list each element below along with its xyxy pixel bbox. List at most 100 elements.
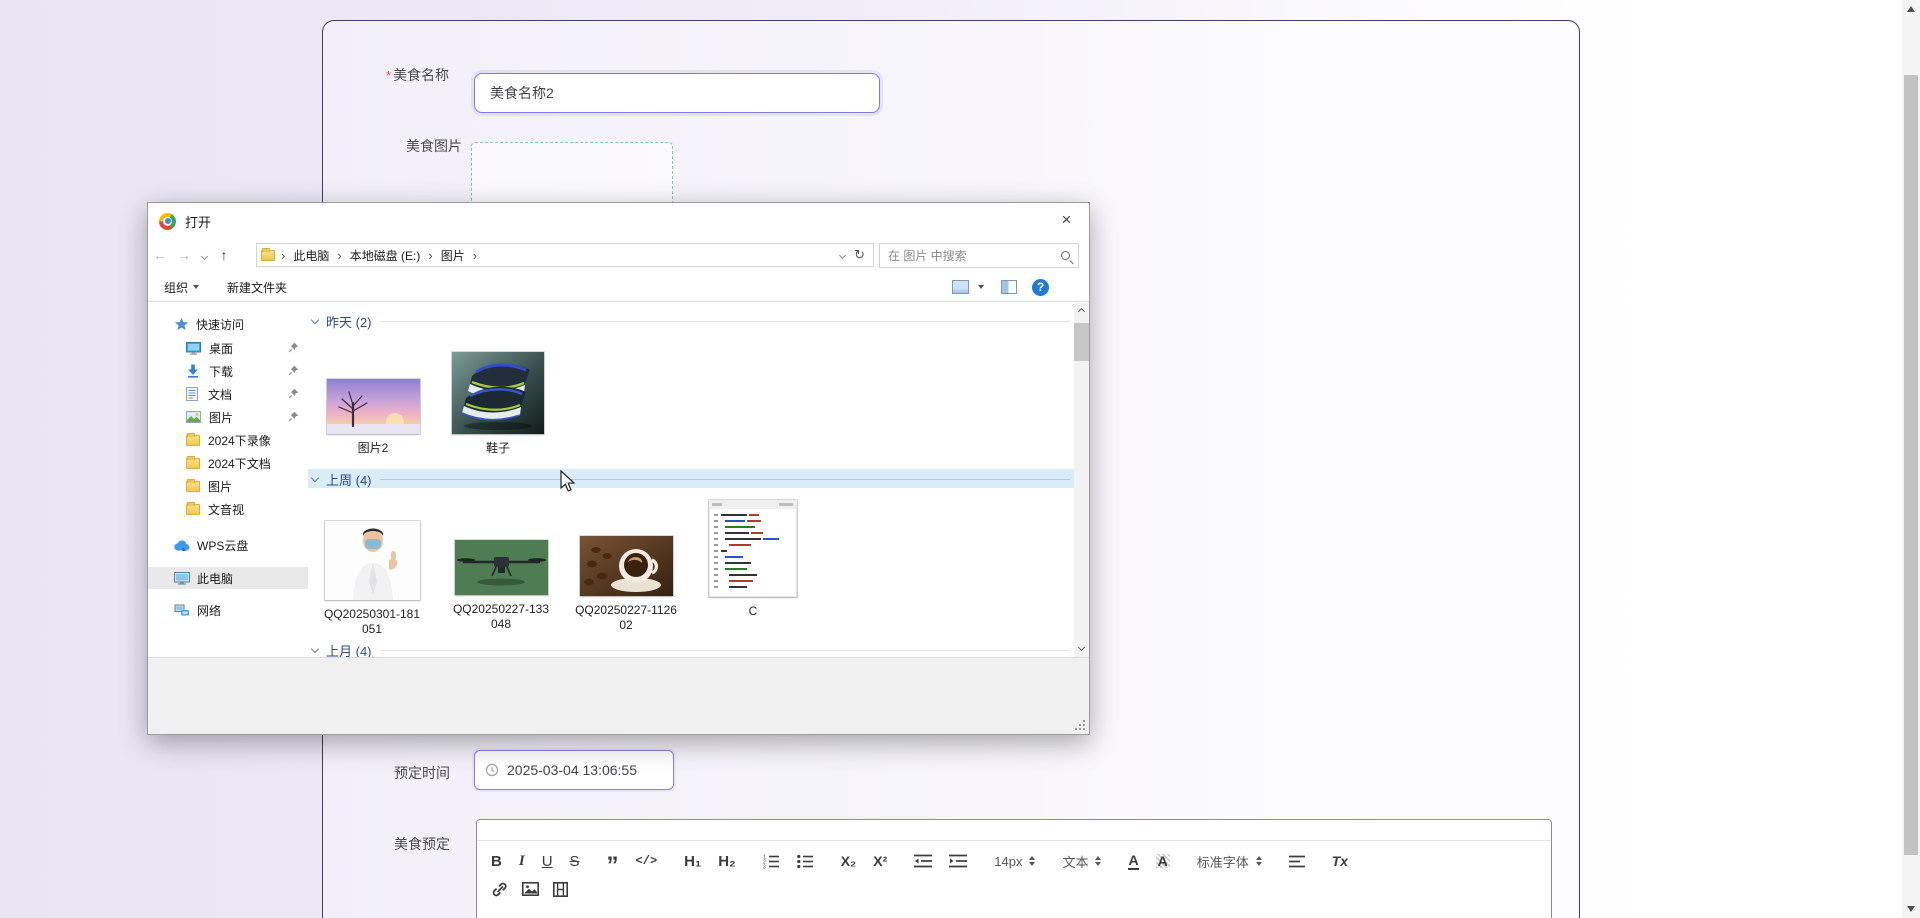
file-item-person[interactable]: QQ20250301-181051 bbox=[312, 521, 432, 637]
heading1-button[interactable]: H₁ bbox=[684, 854, 701, 869]
video-icon[interactable] bbox=[553, 882, 568, 897]
sidebar-item-documents[interactable]: 文档 bbox=[148, 383, 308, 405]
up-button[interactable]: ↑ bbox=[212, 247, 236, 263]
network-icon bbox=[174, 604, 190, 617]
blockquote-button[interactable]: ” bbox=[607, 860, 619, 872]
food-name-input[interactable]: 美食名称2 bbox=[474, 73, 880, 113]
sidebar-item-quick-access[interactable]: 快速访问 bbox=[148, 313, 308, 335]
desktop-icon bbox=[186, 342, 201, 355]
document-icon bbox=[186, 387, 198, 401]
sidebar-item-this-pc[interactable]: 此电脑 bbox=[148, 567, 308, 589]
font-size-dropdown[interactable]: 14px bbox=[994, 854, 1035, 869]
sidebar-item-network[interactable]: 网络 bbox=[148, 599, 308, 621]
sidebar-item-folder-pictures[interactable]: 图片 bbox=[148, 475, 308, 497]
sidebar-item-folder-media[interactable]: 文音视 bbox=[148, 498, 308, 520]
group-header-last-week[interactable]: 上周 (4) bbox=[312, 470, 1070, 488]
highlight-color-button[interactable]: A bbox=[1156, 854, 1170, 868]
scroll-down-icon[interactable] bbox=[1074, 645, 1089, 650]
indent-icon[interactable] bbox=[949, 854, 967, 868]
strikethrough-button[interactable]: S bbox=[570, 854, 580, 869]
pin-icon bbox=[288, 388, 299, 399]
align-icon[interactable] bbox=[1289, 855, 1305, 868]
editor-content-area[interactable] bbox=[477, 907, 1551, 918]
svg-text:3: 3 bbox=[763, 864, 766, 869]
organize-menu[interactable]: 组织 bbox=[164, 279, 199, 296]
text-color-button[interactable]: A bbox=[1128, 853, 1138, 870]
font-family-dropdown[interactable]: 标准字体 bbox=[1197, 852, 1262, 871]
quick-access-star-icon bbox=[174, 317, 189, 332]
clock-icon bbox=[485, 763, 499, 777]
sidebar-item-folder-2024-doc[interactable]: 2024下文档 bbox=[148, 452, 308, 474]
preview-pane-icon[interactable] bbox=[1001, 280, 1017, 294]
pin-icon bbox=[288, 411, 299, 422]
scrollbar-thumb[interactable] bbox=[1904, 75, 1918, 855]
breadcrumb-drive-e[interactable]: 本地磁盘 (E:) bbox=[348, 247, 423, 264]
scroll-up-icon[interactable] bbox=[1074, 309, 1089, 314]
outdent-icon[interactable] bbox=[914, 854, 932, 868]
file-thumbnail bbox=[327, 379, 420, 434]
ordered-list-icon[interactable]: 123 bbox=[763, 854, 780, 869]
forward-button[interactable]: → bbox=[172, 247, 196, 263]
link-icon[interactable] bbox=[491, 882, 508, 897]
bold-button[interactable]: B bbox=[491, 854, 502, 869]
file-item-sunset[interactable]: 图片2 bbox=[313, 379, 433, 456]
file-item-drone[interactable]: QQ20250227-133048 bbox=[441, 540, 561, 632]
subscript-button[interactable]: X₂ bbox=[841, 854, 857, 868]
collapse-chevron-icon[interactable] bbox=[311, 473, 319, 481]
rich-text-editor[interactable]: B I U S ” </> H₁ H₂ 123 X₂ X² bbox=[476, 819, 1552, 918]
file-item-coffee[interactable]: QQ20250227-112602 bbox=[566, 536, 686, 633]
reserve-time-input[interactable]: 2025-03-04 13:06:55 bbox=[474, 750, 674, 790]
sidebar-item-desktop[interactable]: 桌面 bbox=[148, 337, 308, 359]
scroll-down-icon[interactable] bbox=[1907, 906, 1915, 912]
collapse-chevron-icon[interactable] bbox=[311, 644, 319, 652]
address-bar[interactable]: › 此电脑 › 本地磁盘 (E:) › 图片 › ↻ bbox=[256, 243, 874, 267]
file-thumbnail bbox=[709, 500, 797, 597]
dialog-titlebar[interactable]: 打开 bbox=[148, 203, 1089, 239]
address-dropdown-icon[interactable] bbox=[839, 251, 846, 258]
heading2-button[interactable]: H₂ bbox=[718, 854, 736, 869]
page-scrollbar[interactable] bbox=[1902, 0, 1920, 918]
scroll-up-icon[interactable] bbox=[1907, 6, 1915, 12]
group-header-yesterday[interactable]: 昨天 (2) bbox=[312, 312, 1070, 330]
file-thumbnail bbox=[452, 352, 544, 434]
image-icon[interactable] bbox=[522, 882, 539, 896]
updown-caret-icon bbox=[1256, 856, 1262, 866]
resize-grip[interactable] bbox=[1074, 719, 1086, 731]
sidebar-item-wps-cloud[interactable]: WPS云盘 bbox=[148, 534, 308, 556]
crumb-separator: › bbox=[473, 248, 477, 263]
recent-locations-button[interactable] bbox=[196, 248, 212, 262]
help-icon[interactable]: ? bbox=[1032, 279, 1049, 296]
file-item-shoes[interactable]: 鞋子 bbox=[438, 352, 558, 456]
dropdown-caret-icon bbox=[193, 285, 199, 289]
file-list-scrollbar[interactable] bbox=[1074, 303, 1089, 657]
paragraph-format-dropdown[interactable]: 文本 bbox=[1062, 852, 1101, 871]
breadcrumb-this-pc[interactable]: 此电脑 bbox=[291, 247, 331, 264]
refresh-icon[interactable]: ↻ bbox=[854, 247, 865, 263]
sidebar-item-folder-2024-video[interactable]: 2024下录像 bbox=[148, 429, 308, 451]
pin-icon bbox=[288, 342, 299, 353]
file-item-code[interactable]: C bbox=[693, 500, 813, 619]
bullet-list-icon[interactable] bbox=[797, 854, 814, 869]
updown-caret-icon bbox=[1029, 856, 1035, 866]
clear-format-button[interactable]: Tx bbox=[1332, 854, 1348, 868]
sidebar-item-downloads[interactable]: 下载 bbox=[148, 360, 308, 382]
superscript-button[interactable]: X² bbox=[873, 854, 887, 868]
file-name: 鞋子 bbox=[447, 441, 549, 456]
sidebar-item-pictures[interactable]: 图片 bbox=[148, 406, 308, 428]
underline-button[interactable]: U bbox=[542, 854, 553, 869]
change-view-icon[interactable] bbox=[952, 280, 969, 294]
breadcrumb-pictures[interactable]: 图片 bbox=[439, 247, 467, 264]
back-button[interactable]: ← bbox=[148, 247, 172, 263]
file-thumbnail bbox=[580, 536, 673, 596]
close-button[interactable]: × bbox=[1044, 203, 1089, 237]
italic-button[interactable]: I bbox=[519, 854, 525, 869]
search-icon[interactable] bbox=[1061, 251, 1070, 260]
search-box[interactable]: 在 图片 中搜索 bbox=[879, 243, 1079, 268]
food-name-label: 美食名称 bbox=[393, 65, 449, 85]
view-caret-icon[interactable] bbox=[978, 285, 984, 289]
code-block-button[interactable]: </> bbox=[636, 855, 658, 867]
scrollbar-thumb[interactable] bbox=[1074, 323, 1089, 361]
command-bar: 组织 新建文件夹 ? bbox=[148, 273, 1089, 302]
new-folder-button[interactable]: 新建文件夹 bbox=[227, 279, 287, 296]
collapse-chevron-icon[interactable] bbox=[311, 315, 319, 323]
